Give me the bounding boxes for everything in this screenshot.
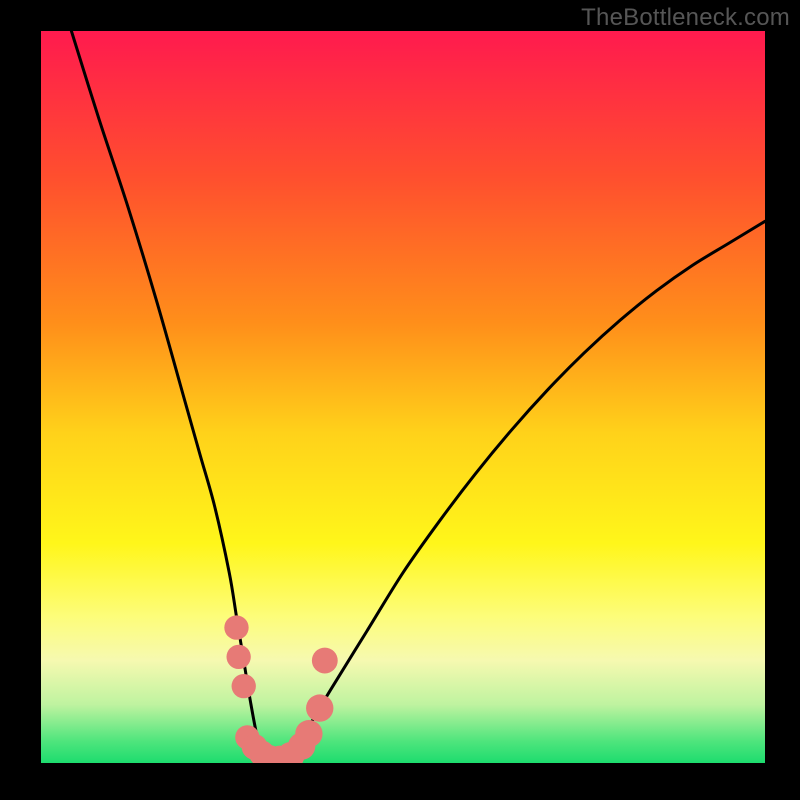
- data-dot: [312, 648, 338, 674]
- chart-container: TheBottleneck.com: [0, 0, 800, 800]
- data-dot: [226, 645, 250, 669]
- data-dot: [224, 615, 248, 639]
- data-dot: [295, 720, 322, 747]
- data-dot: [306, 694, 333, 721]
- plot-background: [41, 31, 765, 763]
- data-dot: [232, 674, 256, 698]
- bottleneck-chart: [0, 0, 800, 800]
- watermark-label: TheBottleneck.com: [581, 4, 790, 32]
